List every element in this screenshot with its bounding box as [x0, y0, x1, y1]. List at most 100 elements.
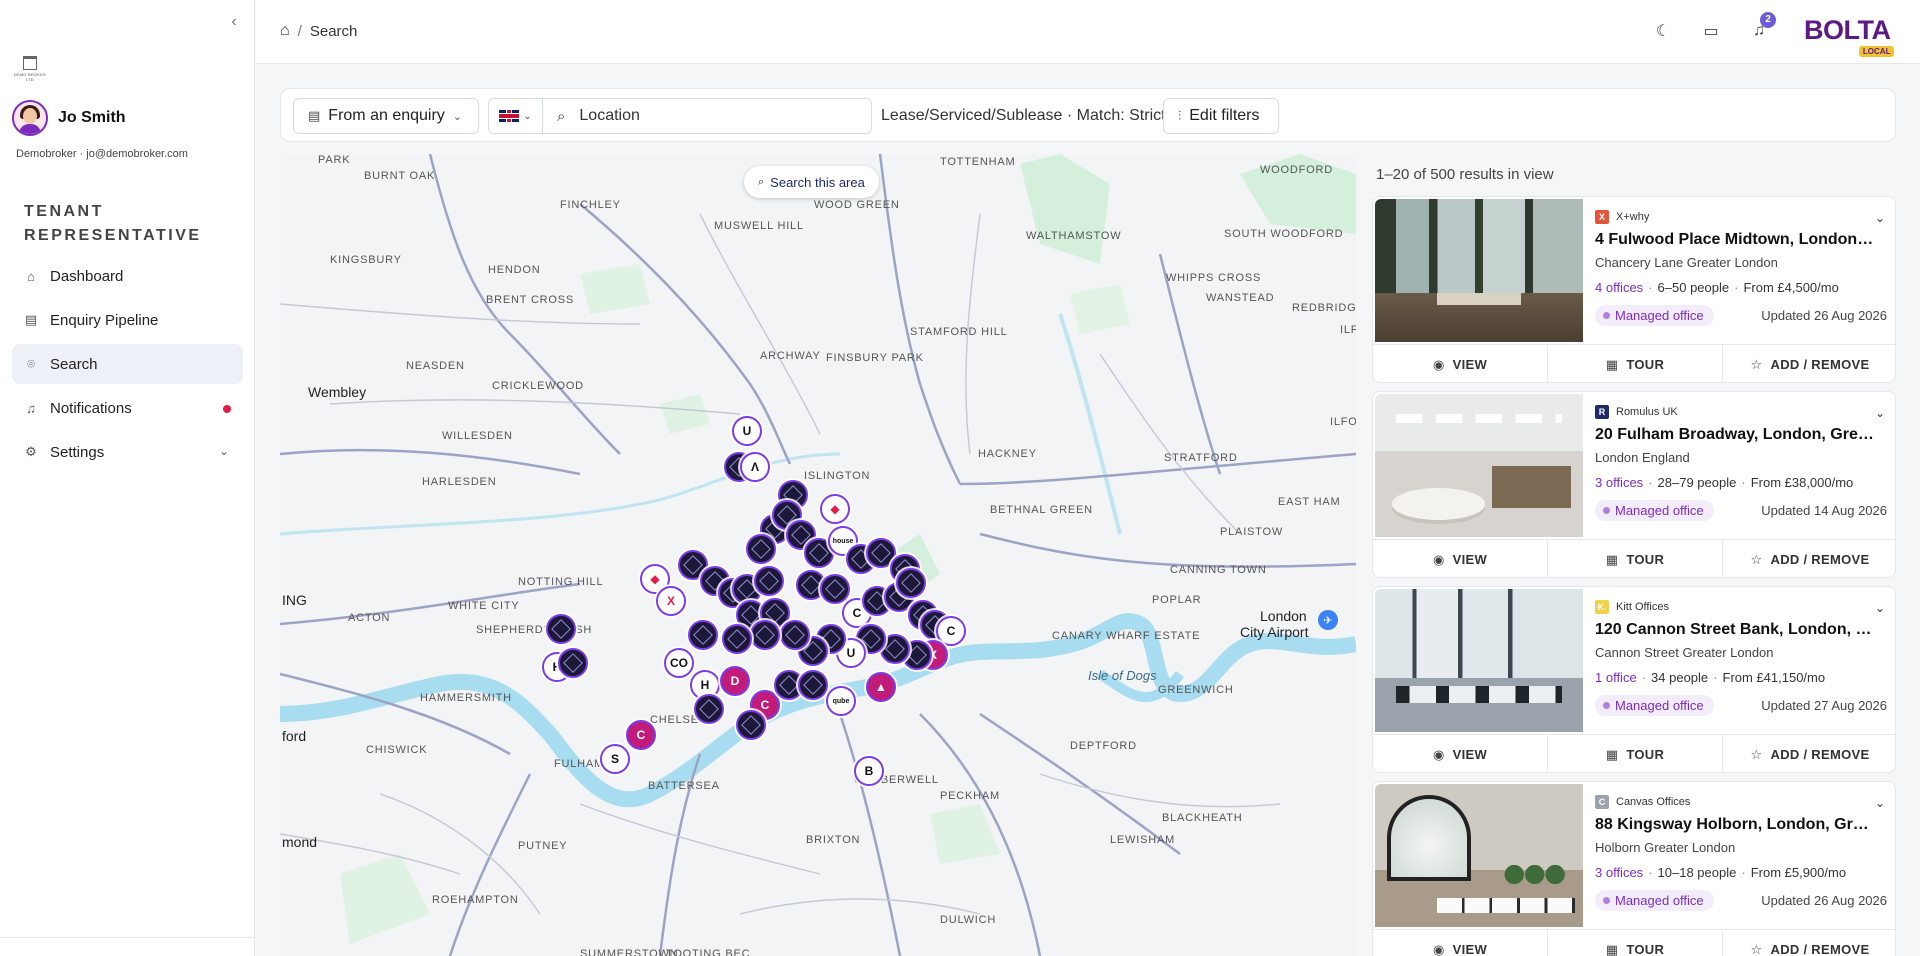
map-pin[interactable] — [750, 620, 780, 650]
listing-title[interactable]: 120 Cannon Street Bank, London, Gre... — [1595, 621, 1877, 639]
moon-icon[interactable]: ☾ — [1652, 20, 1674, 42]
tour-button[interactable]: ▦ TOUR — [1548, 930, 1723, 956]
sidebar-item-settings[interactable]: ⚙ Settings ⌄ — [12, 432, 243, 472]
tour-button[interactable]: ▦ TOUR — [1548, 345, 1723, 382]
document-icon: ▤ — [24, 312, 38, 327]
provider-name: Canvas Offices — [1616, 796, 1691, 808]
eye-icon: ◉ — [1432, 551, 1445, 567]
provider-logo: R — [1595, 405, 1609, 419]
office-count: 3 offices — [1595, 865, 1644, 880]
map-pin[interactable] — [780, 620, 810, 650]
listing-card[interactable]: ⌄ K. Kitt Offices 120 Cannon Street Bank… — [1372, 586, 1896, 773]
map-pin[interactable] — [558, 648, 588, 678]
results-panel: 1–20 of 500 results in view ⌄ X X+why 4 … — [1372, 154, 1896, 956]
location-input[interactable] — [579, 107, 840, 125]
map-pin[interactable]: B — [854, 756, 884, 786]
from-enquiry-label: From an enquiry — [328, 107, 445, 124]
map-pin[interactable] — [746, 534, 776, 564]
sidebar-item-label: Dashboard — [50, 267, 124, 285]
map[interactable]: TOTTENHAM WOODFORD BURNT OAK FINCHLEY WOOD G… — [280, 154, 1356, 956]
listing-area: Holborn Greater London — [1595, 840, 1736, 855]
tour-label: TOUR — [1626, 552, 1665, 567]
add-remove-button[interactable]: ☆ ADD / REMOVE — [1723, 735, 1895, 772]
listing-card[interactable]: ⌄ R Romulus UK 20 Fulham Broadway, Londo… — [1372, 391, 1896, 578]
home-icon[interactable]: ⌂ — [280, 22, 290, 40]
map-place-label: WOOD GREEN — [814, 199, 900, 211]
add-remove-label: ADD / REMOVE — [1770, 357, 1870, 372]
map-pin[interactable] — [896, 568, 926, 598]
listing-card[interactable]: ⌄ C Canvas Offices 88 Kingsway Holborn, … — [1372, 781, 1896, 956]
listing-title[interactable]: 88 Kingsway Holborn, London, Greate... — [1595, 816, 1877, 834]
brand-tag: LOCAL — [1858, 46, 1895, 57]
listing-title[interactable]: 4 Fulwood Place Midtown, London, Gr... — [1595, 231, 1877, 249]
sidebar-item-notifications[interactable]: ♫ Notifications — [12, 388, 243, 428]
map-pin[interactable] — [546, 614, 576, 644]
sidebar-item-dashboard[interactable]: ⌂ Dashboard — [12, 256, 243, 296]
tour-button[interactable]: ▦ TOUR — [1548, 540, 1723, 577]
map-pin[interactable] — [722, 624, 752, 654]
updated-date: Updated 27 Aug 2026 — [1761, 698, 1887, 713]
map-pin[interactable]: U — [732, 416, 762, 446]
breadcrumb-current: Search — [309, 22, 358, 40]
listing-title[interactable]: 20 Fulham Broadway, London, Greater... — [1595, 426, 1877, 444]
map-pin[interactable]: CO — [664, 648, 694, 678]
user-profile[interactable]: Jo Smith — [12, 100, 126, 136]
map-pin[interactable]: X — [656, 586, 686, 616]
sidebar-item-search[interactable]: ⌾ Search — [12, 344, 243, 384]
view-button[interactable]: ◉ VIEW — [1373, 540, 1548, 577]
add-remove-button[interactable]: ☆ ADD / REMOVE — [1723, 930, 1895, 956]
view-label: VIEW — [1452, 942, 1488, 956]
map-pin[interactable] — [688, 620, 718, 650]
map-pin[interactable] — [754, 566, 784, 596]
provider-name: Kitt Offices — [1616, 601, 1669, 613]
map-pin[interactable]: ▲ — [866, 672, 896, 702]
map-pin[interactable] — [694, 694, 724, 724]
divider — [0, 937, 255, 938]
map-place-label: GREENWICH — [1158, 684, 1234, 696]
updated-date: Updated 26 Aug 2026 — [1761, 893, 1887, 908]
view-button[interactable]: ◉ VIEW — [1373, 930, 1548, 956]
map-pin[interactable]: D — [720, 666, 750, 696]
brand-logo[interactable]: BOLTA LOCAL — [1804, 16, 1895, 57]
listing-photo[interactable] — [1375, 589, 1583, 732]
edit-filters-button[interactable]: ⫶ Edit filters — [1163, 98, 1279, 134]
map-pin[interactable]: ◆ — [820, 494, 850, 524]
provider-logo: K. — [1595, 600, 1609, 614]
map-place-label: DULWICH — [940, 914, 997, 926]
people-range: 34 people — [1651, 670, 1709, 685]
map-pin[interactable]: qube — [826, 686, 856, 716]
gear-icon: ⚙ — [25, 444, 37, 459]
map-pin[interactable] — [736, 710, 766, 740]
view-button[interactable]: ◉ VIEW — [1373, 345, 1548, 382]
location-pin-icon: ⌾ — [27, 356, 35, 371]
map-pin[interactable]: Λ — [740, 452, 770, 482]
add-remove-label: ADD / REMOVE — [1770, 552, 1870, 567]
listing-card[interactable]: ⌄ X X+why 4 Fulwood Place Midtown, Londo… — [1372, 196, 1896, 383]
sidebar-item-enquiry-pipeline[interactable]: ▤ Enquiry Pipeline — [12, 300, 243, 340]
card-actions: ◉ VIEW ▦ TOUR ☆ ADD / REMOVE — [1373, 734, 1895, 772]
chevron-left-icon[interactable]: ‹ — [226, 14, 242, 30]
map-pin[interactable] — [820, 574, 850, 604]
listing-photo[interactable] — [1375, 394, 1583, 537]
map-pin[interactable] — [798, 670, 828, 700]
chevron-down-icon: ⌄ — [452, 110, 463, 123]
map-pin[interactable]: S — [600, 744, 630, 774]
listing-area: Cannon Street Greater London — [1595, 645, 1774, 660]
view-button[interactable]: ◉ VIEW — [1373, 735, 1548, 772]
tour-button[interactable]: ▦ TOUR — [1548, 735, 1723, 772]
listing-photo[interactable] — [1375, 784, 1583, 927]
add-remove-button[interactable]: ☆ ADD / REMOVE — [1723, 345, 1895, 382]
add-remove-button[interactable]: ☆ ADD / REMOVE — [1723, 540, 1895, 577]
listing-photo[interactable] — [1375, 199, 1583, 342]
country-select[interactable]: ⌄ — [489, 99, 543, 133]
edit-filters-label: Edit filters — [1189, 107, 1260, 124]
map-place-label: ARCHWAY — [760, 350, 821, 362]
people-range: 6–50 people — [1657, 280, 1730, 295]
search-this-area-button[interactable]: ⌕ Search this area — [744, 166, 879, 198]
book-icon[interactable]: ▭ — [1700, 20, 1722, 42]
calendar-icon: ▦ — [1605, 551, 1619, 567]
from-enquiry-dropdown[interactable]: ▤ From an enquiry ⌄ — [293, 98, 479, 134]
filter-bar: ▤ From an enquiry ⌄ ⌄ ⌕ Lease/Serviced/S… — [280, 88, 1896, 142]
map-pin[interactable]: C — [626, 720, 656, 750]
map-place-label: ILFORD — [1340, 324, 1356, 336]
